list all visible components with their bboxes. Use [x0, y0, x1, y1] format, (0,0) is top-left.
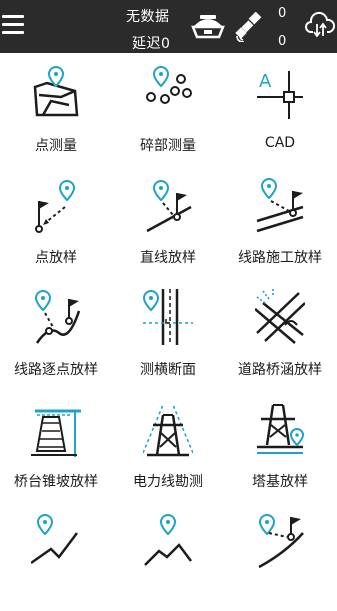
tile-route-point-stakeout[interactable]: 线路逐点放样 [0, 277, 112, 387]
detail-survey-icon [146, 65, 192, 104]
tile-label: 直线放样 [140, 250, 196, 266]
point-stakeout-icon [35, 179, 76, 233]
tile-row5-left[interactable] [0, 501, 112, 611]
gnss-receiver-icon[interactable] [190, 10, 226, 42]
tile-label: 道路桥涵放样 [238, 362, 322, 378]
tile-label: 碎部测量 [140, 138, 196, 154]
cross-section-icon [143, 289, 193, 345]
tile-label: 桥台锥坡放样 [14, 474, 98, 490]
cad-icon: A [257, 71, 303, 119]
point-survey-icon [33, 65, 79, 117]
tile-label: 塔基放样 [252, 474, 308, 490]
data-status-text: 无数据 [126, 9, 170, 25]
tile-label: 线路施工放样 [238, 250, 322, 266]
hamburger-icon[interactable] [2, 15, 24, 35]
tile-label: 电力线勘测 [133, 474, 203, 490]
route-construction-stakeout-icon [256, 177, 304, 233]
tile-cross-section[interactable]: 测横断面 [112, 277, 224, 387]
satellite-icon[interactable] [234, 12, 264, 42]
tile-point-stakeout[interactable]: 点放样 [0, 165, 112, 275]
tile-cad[interactable]: A CAD [224, 53, 336, 163]
terrain-stakeout-icon [31, 513, 78, 565]
mountain-stakeout-icon [144, 513, 192, 566]
tile-row5-middle[interactable] [112, 501, 224, 611]
tile-point-survey[interactable]: 点测量 [0, 53, 112, 163]
tile-label: 线路逐点放样 [14, 362, 98, 378]
tile-abutment-slope-stakeout[interactable]: 桥台锥坡放样 [0, 389, 112, 499]
top-status-bar: 无数据 延迟0 0 0 [0, 0, 337, 53]
abutment-slope-stakeout-icon [31, 409, 81, 457]
tile-road-bridge-stakeout[interactable]: 道路桥涵放样 [224, 277, 336, 387]
route-point-stakeout-icon [34, 289, 81, 344]
function-grid: 点测量 碎部测量 A CAD 点放样 直线放样 线路施工放样 线路逐点放样 测横… [0, 53, 337, 569]
curve-stakeout-icon [258, 513, 304, 569]
tile-detail-survey[interactable]: 碎部测量 [112, 53, 224, 163]
tile-row5-right[interactable] [224, 501, 336, 611]
cloud-sync-icon[interactable] [305, 10, 335, 40]
tower-foundation-stakeout-icon [257, 404, 305, 454]
delay-count: 0 [278, 34, 287, 49]
tile-tower-foundation-stakeout[interactable]: 塔基放样 [224, 389, 336, 499]
tile-label: 测横断面 [140, 362, 196, 378]
road-bridge-stakeout-icon [255, 289, 305, 344]
delay-status-text: 延迟0 [132, 36, 171, 52]
tile-route-construction-stakeout[interactable]: 线路施工放样 [224, 165, 336, 275]
tile-label: 点测量 [35, 138, 77, 154]
tile-line-stakeout[interactable]: 直线放样 [112, 165, 224, 275]
svg-text:A: A [259, 71, 272, 92]
satellite-count: 0 [278, 6, 287, 21]
tile-power-line-survey[interactable]: 电力线勘测 [112, 389, 224, 499]
tile-label: 点放样 [35, 250, 77, 266]
line-stakeout-icon [146, 179, 192, 233]
tile-label: CAD [264, 135, 296, 151]
power-line-survey-icon [143, 404, 193, 457]
